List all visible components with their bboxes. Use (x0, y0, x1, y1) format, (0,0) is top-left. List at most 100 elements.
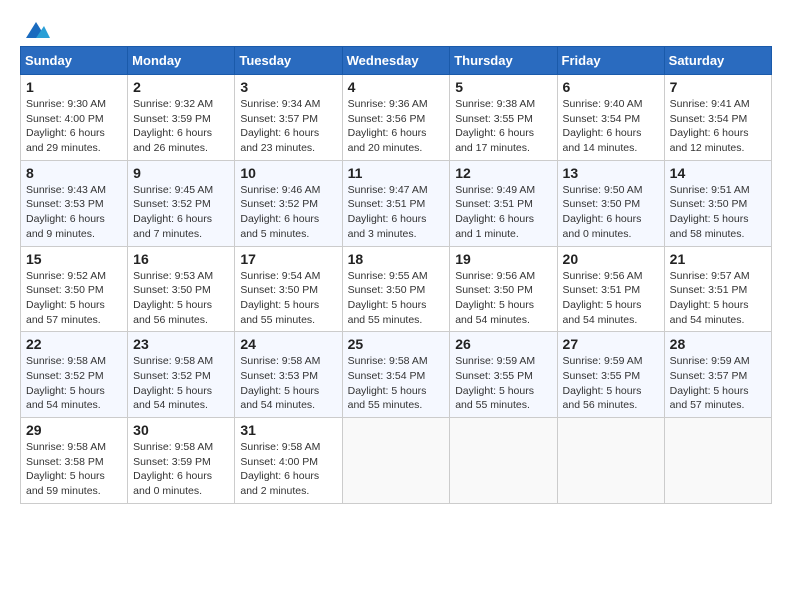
day-number: 19 (455, 251, 551, 267)
day-number: 12 (455, 165, 551, 181)
day-detail: Sunrise: 9:30 AM Sunset: 4:00 PM Dayligh… (26, 97, 122, 156)
calendar-cell: 11 Sunrise: 9:47 AM Sunset: 3:51 PM Dayli… (342, 160, 450, 246)
calendar-cell: 28 Sunrise: 9:59 AM Sunset: 3:57 PM Dayli… (664, 332, 771, 418)
calendar-cell: 2Sunrise: 9:32 AM Sunset: 3:59 PM Daylig… (128, 75, 235, 161)
day-detail: Sunrise: 9:58 AM Sunset: 3:52 PM Dayligh… (26, 354, 122, 413)
calendar-cell: 30 Sunrise: 9:58 AM Sunset: 3:59 PM Dayli… (128, 418, 235, 504)
day-number: 2 (133, 79, 229, 95)
day-detail: Sunrise: 9:59 AM Sunset: 3:57 PM Dayligh… (670, 354, 766, 413)
calendar-cell: 24 Sunrise: 9:58 AM Sunset: 3:53 PM Dayli… (235, 332, 342, 418)
day-number: 15 (26, 251, 122, 267)
column-header-thursday: Thursday (450, 47, 557, 75)
column-header-wednesday: Wednesday (342, 47, 450, 75)
day-detail: Sunrise: 9:58 AM Sunset: 3:53 PM Dayligh… (240, 354, 336, 413)
calendar-cell: 15 Sunrise: 9:52 AM Sunset: 3:50 PM Dayli… (21, 246, 128, 332)
day-number: 22 (26, 336, 122, 352)
day-number: 23 (133, 336, 229, 352)
logo (20, 20, 50, 36)
day-detail: Sunrise: 9:59 AM Sunset: 3:55 PM Dayligh… (455, 354, 551, 413)
column-header-saturday: Saturday (664, 47, 771, 75)
calendar-cell: 17 Sunrise: 9:54 AM Sunset: 3:50 PM Dayli… (235, 246, 342, 332)
day-number: 11 (348, 165, 445, 181)
day-detail: Sunrise: 9:47 AM Sunset: 3:51 PM Dayligh… (348, 183, 445, 242)
day-detail: Sunrise: 9:53 AM Sunset: 3:50 PM Dayligh… (133, 269, 229, 328)
calendar-cell: 8 Sunrise: 9:43 AM Sunset: 3:53 PM Daylig… (21, 160, 128, 246)
calendar-cell: 10Sunrise: 9:46 AM Sunset: 3:52 PM Dayli… (235, 160, 342, 246)
day-number: 24 (240, 336, 336, 352)
calendar-week-row: 15 Sunrise: 9:52 AM Sunset: 3:50 PM Dayli… (21, 246, 772, 332)
calendar-cell: 5Sunrise: 9:38 AM Sunset: 3:55 PM Daylig… (450, 75, 557, 161)
day-detail: Sunrise: 9:59 AM Sunset: 3:55 PM Dayligh… (563, 354, 659, 413)
calendar-week-row: 1 Sunrise: 9:30 AM Sunset: 4:00 PM Daylig… (21, 75, 772, 161)
day-detail: Sunrise: 9:40 AM Sunset: 3:54 PM Dayligh… (563, 97, 659, 156)
calendar-cell: 23 Sunrise: 9:58 AM Sunset: 3:52 PM Dayli… (128, 332, 235, 418)
day-number: 29 (26, 422, 122, 438)
day-detail: Sunrise: 9:34 AM Sunset: 3:57 PM Dayligh… (240, 97, 336, 156)
day-detail: Sunrise: 9:58 AM Sunset: 3:54 PM Dayligh… (348, 354, 445, 413)
column-header-monday: Monday (128, 47, 235, 75)
calendar-header-row: SundayMondayTuesdayWednesdayThursdayFrid… (21, 47, 772, 75)
column-header-sunday: Sunday (21, 47, 128, 75)
calendar-cell: 12 Sunrise: 9:49 AM Sunset: 3:51 PM Dayli… (450, 160, 557, 246)
day-number: 21 (670, 251, 766, 267)
calendar-cell: 18 Sunrise: 9:55 AM Sunset: 3:50 PM Dayli… (342, 246, 450, 332)
calendar-cell: 20 Sunrise: 9:56 AM Sunset: 3:51 PM Dayli… (557, 246, 664, 332)
calendar-cell: 9 Sunrise: 9:45 AM Sunset: 3:52 PM Daylig… (128, 160, 235, 246)
day-detail: Sunrise: 9:41 AM Sunset: 3:54 PM Dayligh… (670, 97, 766, 156)
calendar-cell: 4Sunrise: 9:36 AM Sunset: 3:56 PM Daylig… (342, 75, 450, 161)
day-number: 6 (563, 79, 659, 95)
day-detail: Sunrise: 9:55 AM Sunset: 3:50 PM Dayligh… (348, 269, 445, 328)
calendar-cell: 16 Sunrise: 9:53 AM Sunset: 3:50 PM Dayli… (128, 246, 235, 332)
calendar-cell: 26 Sunrise: 9:59 AM Sunset: 3:55 PM Dayli… (450, 332, 557, 418)
column-header-tuesday: Tuesday (235, 47, 342, 75)
calendar-cell: 7 Sunrise: 9:41 AM Sunset: 3:54 PM Daylig… (664, 75, 771, 161)
day-number: 10 (240, 165, 336, 181)
calendar-cell: 29 Sunrise: 9:58 AM Sunset: 3:58 PM Dayli… (21, 418, 128, 504)
day-detail: Sunrise: 9:45 AM Sunset: 3:52 PM Dayligh… (133, 183, 229, 242)
day-number: 17 (240, 251, 336, 267)
calendar-cell (557, 418, 664, 504)
day-number: 3 (240, 79, 336, 95)
day-number: 8 (26, 165, 122, 181)
calendar-cell: 3 Sunrise: 9:34 AM Sunset: 3:57 PM Daylig… (235, 75, 342, 161)
calendar-table: SundayMondayTuesdayWednesdayThursdayFrid… (20, 46, 772, 504)
calendar-week-row: 22 Sunrise: 9:58 AM Sunset: 3:52 PM Dayli… (21, 332, 772, 418)
calendar-week-row: 8 Sunrise: 9:43 AM Sunset: 3:53 PM Daylig… (21, 160, 772, 246)
day-number: 7 (670, 79, 766, 95)
day-detail: Sunrise: 9:52 AM Sunset: 3:50 PM Dayligh… (26, 269, 122, 328)
day-detail: Sunrise: 9:49 AM Sunset: 3:51 PM Dayligh… (455, 183, 551, 242)
calendar-week-row: 29 Sunrise: 9:58 AM Sunset: 3:58 PM Dayli… (21, 418, 772, 504)
day-number: 18 (348, 251, 445, 267)
day-detail: Sunrise: 9:51 AM Sunset: 3:50 PM Dayligh… (670, 183, 766, 242)
logo-icon (22, 20, 50, 40)
day-number: 13 (563, 165, 659, 181)
calendar-cell: 6 Sunrise: 9:40 AM Sunset: 3:54 PM Daylig… (557, 75, 664, 161)
page-header (20, 20, 772, 36)
day-detail: Sunrise: 9:56 AM Sunset: 3:50 PM Dayligh… (455, 269, 551, 328)
day-detail: Sunrise: 9:36 AM Sunset: 3:56 PM Dayligh… (348, 97, 445, 156)
day-number: 16 (133, 251, 229, 267)
calendar-cell: 31 Sunrise: 9:58 AM Sunset: 4:00 PM Dayli… (235, 418, 342, 504)
calendar-cell: 1 Sunrise: 9:30 AM Sunset: 4:00 PM Daylig… (21, 75, 128, 161)
day-number: 26 (455, 336, 551, 352)
calendar-cell: 27Sunrise: 9:59 AM Sunset: 3:55 PM Dayli… (557, 332, 664, 418)
day-number: 20 (563, 251, 659, 267)
day-number: 1 (26, 79, 122, 95)
day-detail: Sunrise: 9:58 AM Sunset: 3:59 PM Dayligh… (133, 440, 229, 499)
day-detail: Sunrise: 9:58 AM Sunset: 3:52 PM Dayligh… (133, 354, 229, 413)
day-detail: Sunrise: 9:58 AM Sunset: 4:00 PM Dayligh… (240, 440, 336, 499)
day-number: 28 (670, 336, 766, 352)
day-detail: Sunrise: 9:58 AM Sunset: 3:58 PM Dayligh… (26, 440, 122, 499)
calendar-cell: 25Sunrise: 9:58 AM Sunset: 3:54 PM Dayli… (342, 332, 450, 418)
calendar-cell (450, 418, 557, 504)
calendar-cell: 21Sunrise: 9:57 AM Sunset: 3:51 PM Dayli… (664, 246, 771, 332)
calendar-cell: 19 Sunrise: 9:56 AM Sunset: 3:50 PM Dayli… (450, 246, 557, 332)
day-number: 30 (133, 422, 229, 438)
day-number: 9 (133, 165, 229, 181)
day-detail: Sunrise: 9:56 AM Sunset: 3:51 PM Dayligh… (563, 269, 659, 328)
calendar-cell: 22 Sunrise: 9:58 AM Sunset: 3:52 PM Dayli… (21, 332, 128, 418)
day-number: 31 (240, 422, 336, 438)
day-detail: Sunrise: 9:38 AM Sunset: 3:55 PM Dayligh… (455, 97, 551, 156)
day-detail: Sunrise: 9:54 AM Sunset: 3:50 PM Dayligh… (240, 269, 336, 328)
day-detail: Sunrise: 9:43 AM Sunset: 3:53 PM Dayligh… (26, 183, 122, 242)
